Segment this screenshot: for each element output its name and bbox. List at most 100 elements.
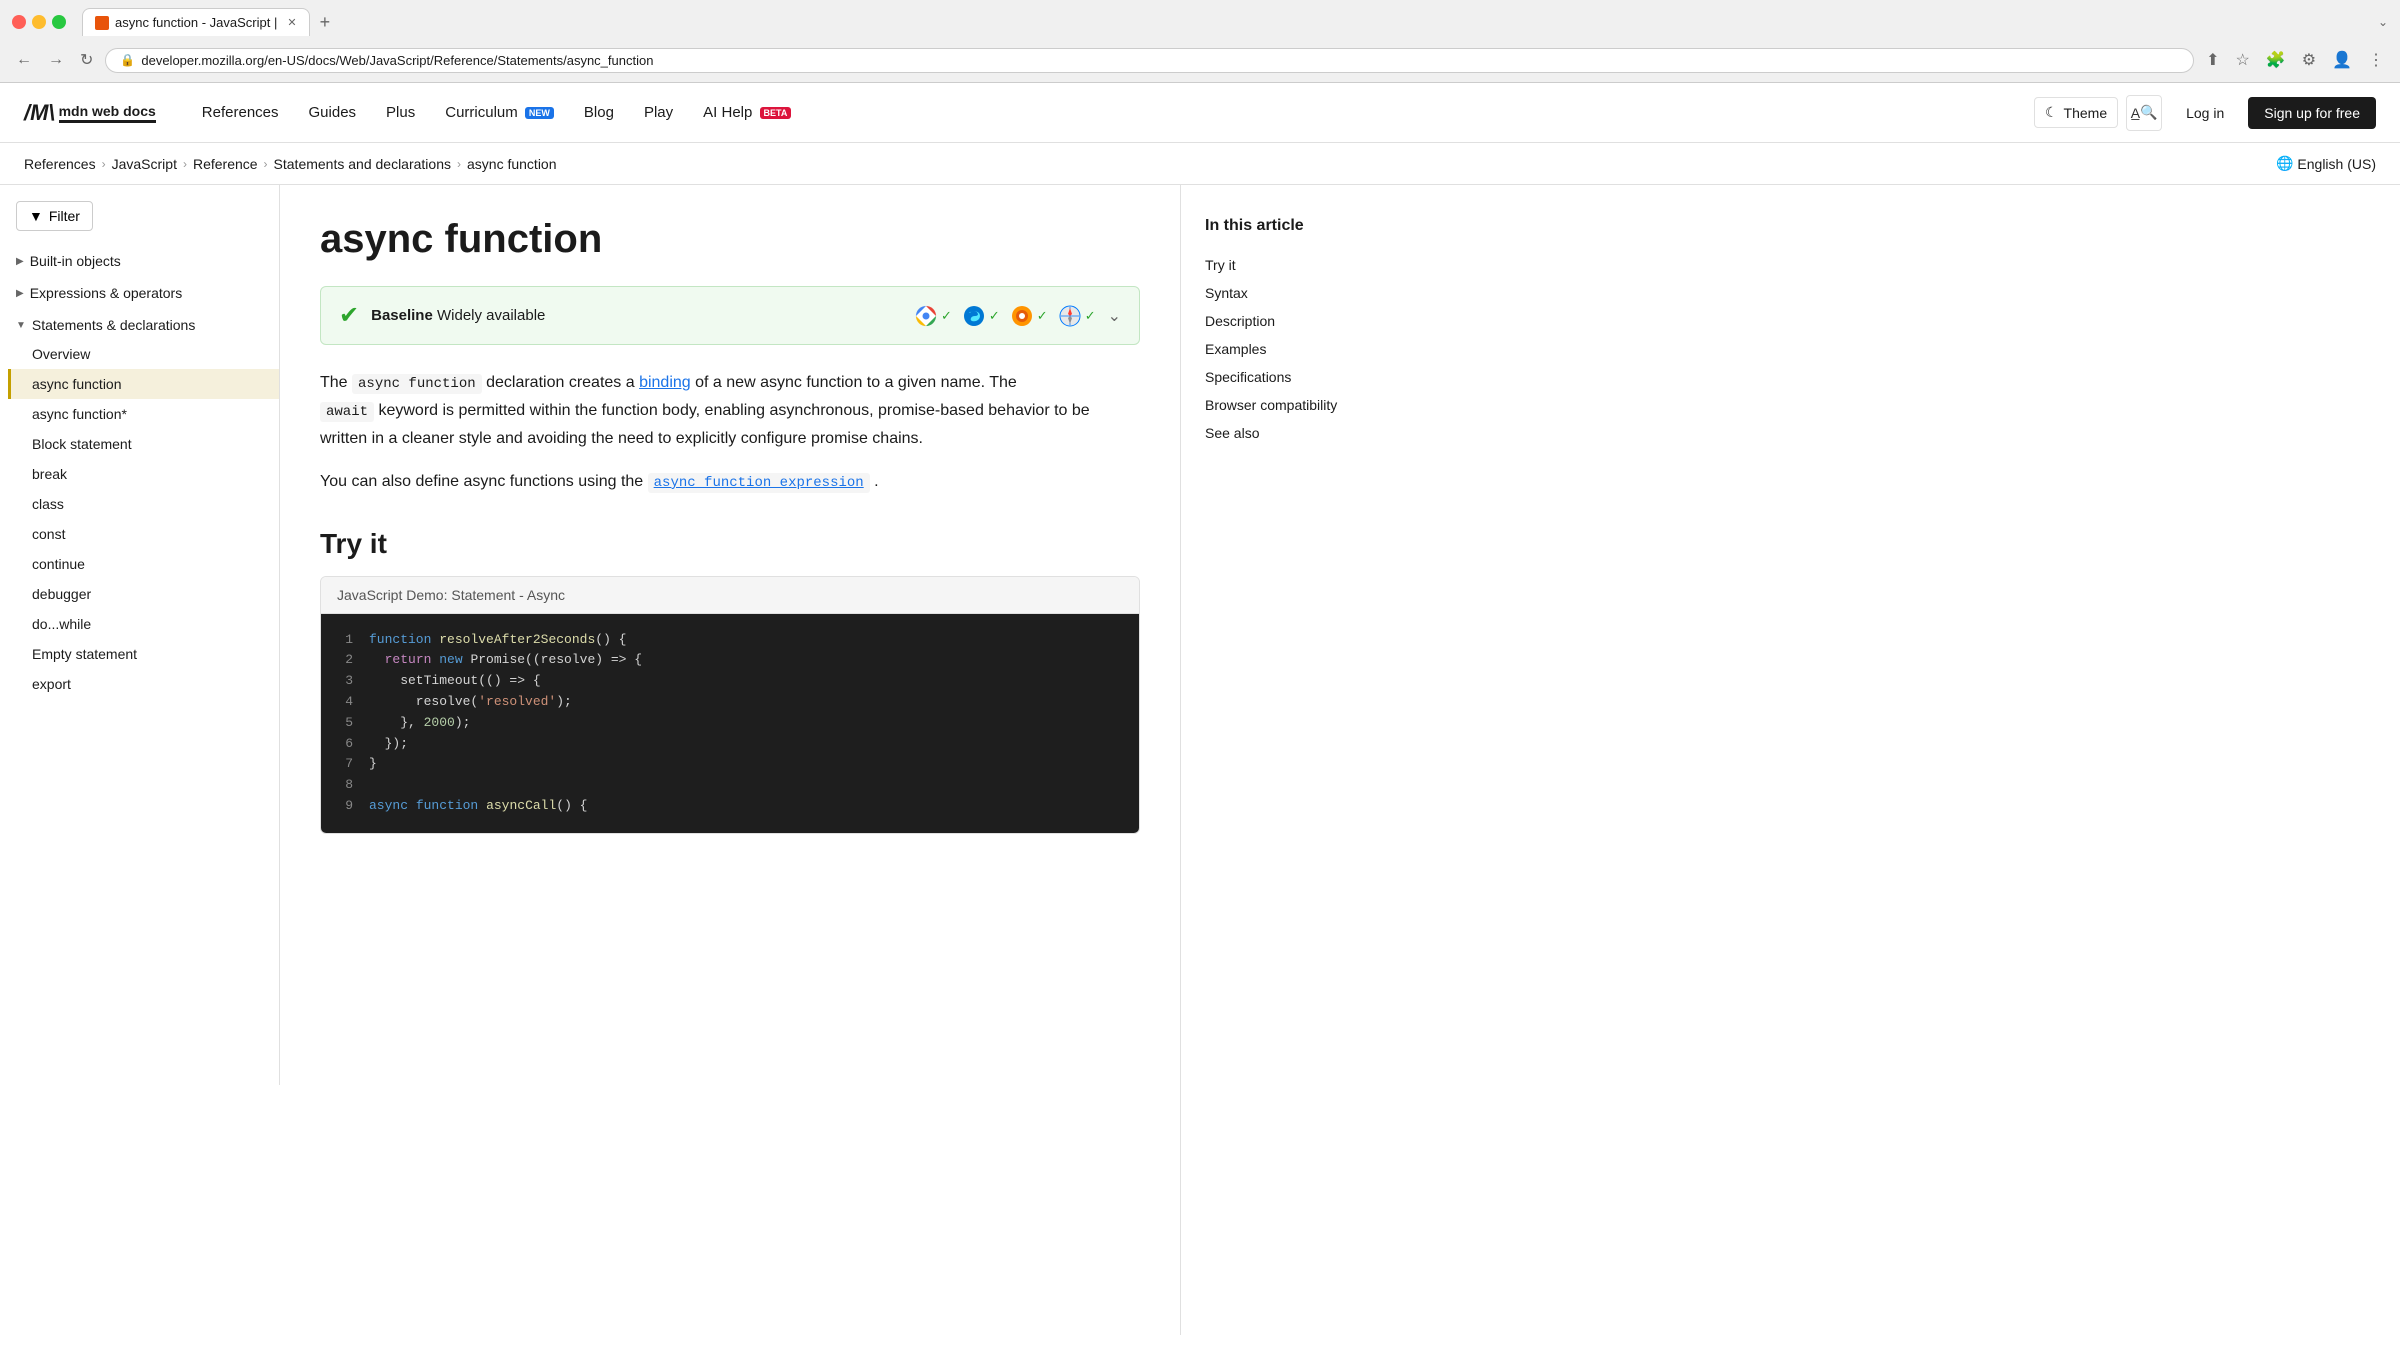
nav-play[interactable]: Play — [630, 96, 687, 129]
toolbar-right: ⬆ ☆ 🧩 ⚙ 👤 ⋮ — [2202, 46, 2388, 74]
code-line-6: 6 }); — [337, 734, 1123, 755]
sidebar-section-expressions-header[interactable]: ▶ Expressions & operators — [0, 279, 279, 307]
breadcrumb-reference[interactable]: Reference — [193, 156, 258, 172]
chrome-check: ✓ — [941, 308, 952, 324]
sidebar-item-async-function-gen[interactable]: async function* — [8, 399, 279, 429]
intro-link-binding[interactable]: binding — [639, 374, 691, 391]
profile-button[interactable]: 👤 — [2328, 46, 2356, 74]
nav-curriculum[interactable]: Curriculum NEW — [431, 96, 568, 129]
sidebar-item-empty-statement[interactable]: Empty statement — [8, 639, 279, 669]
toc-item-see-also[interactable]: See also — [1205, 419, 1376, 447]
firefox-icon — [1010, 304, 1034, 328]
tabs-expand-button[interactable]: ⌄ — [2378, 15, 2388, 29]
toc-item-syntax[interactable]: Syntax — [1205, 279, 1376, 307]
edge-compat: ✓ — [962, 304, 1000, 328]
line-num-8: 8 — [337, 775, 353, 796]
sidebar-item-block-statement[interactable]: Block statement — [8, 429, 279, 459]
nav-guides[interactable]: Guides — [295, 96, 371, 129]
close-button[interactable] — [12, 15, 26, 29]
line-code-8 — [369, 775, 377, 796]
toc-sidebar: In this article Try it Syntax Descriptio… — [1180, 185, 1400, 1335]
code-line-2: 2 return new Promise((resolve) => { — [337, 650, 1123, 671]
nav-ai-help[interactable]: AI Help BETA — [689, 96, 805, 129]
mdn-logo[interactable]: /M\ mdn web docs — [24, 100, 156, 126]
chrome-compat: ✓ — [914, 304, 952, 328]
extensions-button[interactable]: 🧩 — [2262, 46, 2290, 74]
breadcrumb-sep-1: › — [102, 157, 106, 171]
breadcrumb-sep-2: › — [183, 157, 187, 171]
line-num-3: 3 — [337, 671, 353, 692]
line-code-5: }, 2000); — [369, 713, 470, 734]
nav-blog[interactable]: Blog — [570, 96, 628, 129]
code-line-3: 3 setTimeout(() => { — [337, 671, 1123, 692]
breadcrumb-statements[interactable]: Statements and declarations — [274, 156, 451, 172]
theme-label: Theme — [2064, 105, 2108, 121]
line-num-1: 1 — [337, 630, 353, 651]
sidebar-item-overview[interactable]: Overview — [8, 339, 279, 369]
curriculum-badge: NEW — [525, 107, 554, 119]
menu-button[interactable]: ⋮ — [2364, 46, 2388, 74]
filter-button[interactable]: ▼ Filter — [16, 201, 93, 231]
tab-close-button[interactable]: ✕ — [287, 16, 296, 29]
sidebar-item-continue[interactable]: continue — [8, 549, 279, 579]
maximize-button[interactable] — [52, 15, 66, 29]
forward-button[interactable]: → — [44, 47, 68, 73]
intro-p1-mid: declaration creates a — [486, 374, 639, 391]
breadcrumb-javascript[interactable]: JavaScript — [112, 156, 177, 172]
baseline-box: ✔ Baseline Widely available — [320, 286, 1140, 345]
minimize-button[interactable] — [32, 15, 46, 29]
safari-icon — [1058, 304, 1082, 328]
tab-title: async function - JavaScript | — [115, 15, 277, 30]
chevron-built-in: ▶ — [16, 256, 24, 267]
toc-item-browser-compat[interactable]: Browser compatibility — [1205, 391, 1376, 419]
breadcrumb-current: async function — [467, 156, 557, 172]
mdn-m-icon: /M\ — [24, 100, 55, 126]
line-num-5: 5 — [337, 713, 353, 734]
address-bar[interactable]: 🔒 developer.mozilla.org/en-US/docs/Web/J… — [105, 48, 2194, 73]
sidebar-item-class[interactable]: class — [8, 489, 279, 519]
toc-item-description[interactable]: Description — [1205, 307, 1376, 335]
sidebar-item-break[interactable]: break — [8, 459, 279, 489]
new-tab-button[interactable]: + — [314, 12, 337, 33]
intro-p2-after: . — [874, 473, 878, 490]
sidebar-section-expressions: ▶ Expressions & operators — [0, 279, 279, 307]
sidebar-item-export[interactable]: export — [8, 669, 279, 699]
sidebar-section-statements-header[interactable]: ▼ Statements & declarations — [0, 311, 279, 339]
baseline-check-icon: ✔ — [339, 301, 359, 330]
sidebar-item-async-function[interactable]: async function — [8, 369, 279, 399]
language-selector[interactable]: 🌐 English (US) — [2276, 155, 2376, 172]
code-block: 1 function resolveAfter2Seconds() { 2 re… — [321, 614, 1139, 833]
sidebar-item-dowhile[interactable]: do...while — [8, 609, 279, 639]
bookmark-button[interactable]: ☆ — [2231, 46, 2253, 74]
theme-toggle[interactable]: ☾ Theme — [2034, 97, 2118, 128]
sidebar-section-built-in: ▶ Built-in objects — [0, 247, 279, 275]
back-button[interactable]: ← — [12, 47, 36, 73]
line-num-9: 9 — [337, 796, 353, 817]
mdn-logo-text: mdn web docs — [59, 103, 156, 123]
title-bar: async function - JavaScript | ✕ + ⌄ — [0, 0, 2400, 42]
browser-icons: ✓ ✓ ✓ — [914, 304, 1096, 328]
login-button[interactable]: Log in — [2170, 97, 2240, 129]
active-tab[interactable]: async function - JavaScript | ✕ — [82, 8, 310, 36]
baseline-text: Baseline Widely available — [371, 307, 545, 324]
search-button[interactable]: A̲ 🔍 — [2126, 95, 2162, 131]
lang-icon: 🌐 — [2276, 155, 2293, 172]
nav-references[interactable]: References — [188, 96, 293, 129]
nav-plus[interactable]: Plus — [372, 96, 429, 129]
toc-item-examples[interactable]: Examples — [1205, 335, 1376, 363]
intro-link-expression[interactable]: async function expression — [648, 473, 870, 493]
sidebar-item-const[interactable]: const — [8, 519, 279, 549]
devtools-button[interactable]: ⚙ — [2298, 46, 2320, 74]
reload-button[interactable]: ↻ — [76, 46, 97, 74]
breadcrumb-references[interactable]: References — [24, 156, 96, 172]
tab-bar: async function - JavaScript | ✕ + — [82, 8, 2370, 36]
share-button[interactable]: ⬆ — [2202, 46, 2223, 74]
toc-item-try-it[interactable]: Try it — [1205, 251, 1376, 279]
sidebar-item-debugger[interactable]: debugger — [8, 579, 279, 609]
baseline-expand-button[interactable]: ⌄ — [1108, 306, 1121, 326]
toc-item-specifications[interactable]: Specifications — [1205, 363, 1376, 391]
intro-paragraph-2: You can also define async functions usin… — [320, 468, 1140, 496]
signup-button[interactable]: Sign up for free — [2248, 97, 2376, 129]
line-code-2: return new Promise((resolve) => { — [369, 650, 642, 671]
sidebar-section-built-in-header[interactable]: ▶ Built-in objects — [0, 247, 279, 275]
